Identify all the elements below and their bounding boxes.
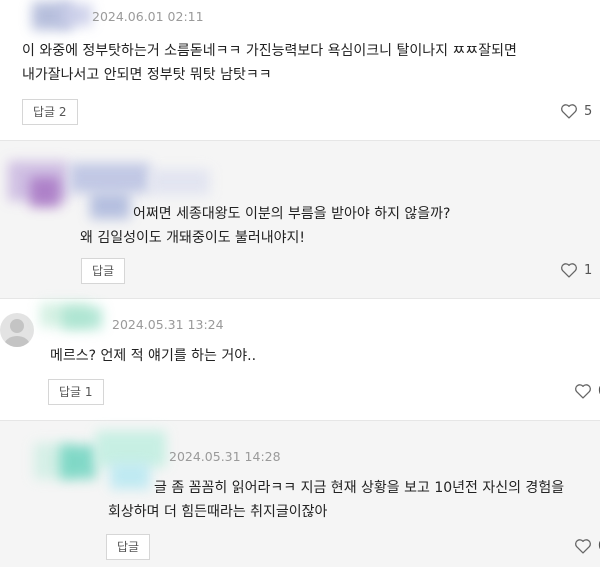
comment-text-line: 왜 김일성이도 개돼중이도 불러내야지! <box>80 230 306 246</box>
comment-text-line: 이 와중에 정부탓하는거 소름돋네ㅋㅋ 가진능력보다 욕심이크니 탈이나지 ㅉㅉ… <box>22 43 517 59</box>
default-avatar-icon <box>0 313 34 347</box>
comment-item: 2024.06.01 02:11 이 와중에 정부탓하는거 소름돋네ㅋㅋ 가진능… <box>0 0 600 140</box>
reply-button[interactable]: 답글 <box>81 258 126 284</box>
comment-text: 글 좀 꼼꼼히 읽어라ㅋㅋ 지금 현재 상황을 보고 10년전 자신의 경험을 … <box>108 476 564 524</box>
comment-text: 메르스? 언제 적 얘기를 하는 거야.. <box>50 344 256 368</box>
like-button[interactable]: 5 <box>560 103 592 119</box>
comment-timestamp: 2024.05.31 14:28 <box>169 449 281 464</box>
comment-timestamp: 2024.06.01 02:11 <box>92 9 204 24</box>
like-button[interactable]: 0 <box>574 383 600 399</box>
like-count: 1 <box>584 262 593 278</box>
heart-icon <box>561 263 577 278</box>
like-button[interactable]: 0 <box>574 538 600 554</box>
comment-text-line: 메르스? 언제 적 얘기를 하는 거야.. <box>50 348 257 364</box>
comment-text-line: 글 좀 꼼꼼히 읽어라ㅋㅋ 지금 현재 상황을 보고 10년전 자신의 경험을 <box>154 480 565 496</box>
comment-text-line: 내가잘나서고 안되면 정부탓 뭐탓 남탓ㅋㅋ <box>22 67 272 83</box>
like-button[interactable]: 1 <box>560 262 592 278</box>
reply-button[interactable]: 답글 <box>106 534 151 560</box>
like-count: 5 <box>584 103 593 119</box>
reply-button[interactable]: 답글 2 <box>22 99 78 125</box>
reply-comment-item: 2024.05.31 14:28 글 좀 꼼꼼히 읽어라ㅋㅋ 지금 현재 상황을… <box>0 420 600 567</box>
comment-text-line: 회상하며 더 힘든때라는 취지글이잖아 <box>108 504 328 520</box>
heart-icon <box>575 384 591 399</box>
comment-text: 어쩌면 세종대왕도 이분의 부름을 받아야 하지 않을까? 왜 김일성이도 개돼… <box>80 202 451 250</box>
reply-comment-item: 어쩌면 세종대왕도 이분의 부름을 받아야 하지 않을까? 왜 김일성이도 개돼… <box>0 140 600 298</box>
heart-icon <box>575 539 591 554</box>
reply-button[interactable]: 답글 1 <box>48 379 104 405</box>
comment-text: 이 와중에 정부탓하는거 소름돋네ㅋㅋ 가진능력보다 욕심이크니 탈이나지 ㅉㅉ… <box>22 39 517 87</box>
comment-timestamp: 2024.05.31 13:24 <box>112 317 224 332</box>
comment-item: 2024.05.31 13:24 메르스? 언제 적 얘기를 하는 거야.. 답… <box>0 298 600 420</box>
comment-text-line: 어쩌면 세종대왕도 이분의 부름을 받아야 하지 않을까? <box>133 206 451 222</box>
heart-icon <box>561 104 577 119</box>
